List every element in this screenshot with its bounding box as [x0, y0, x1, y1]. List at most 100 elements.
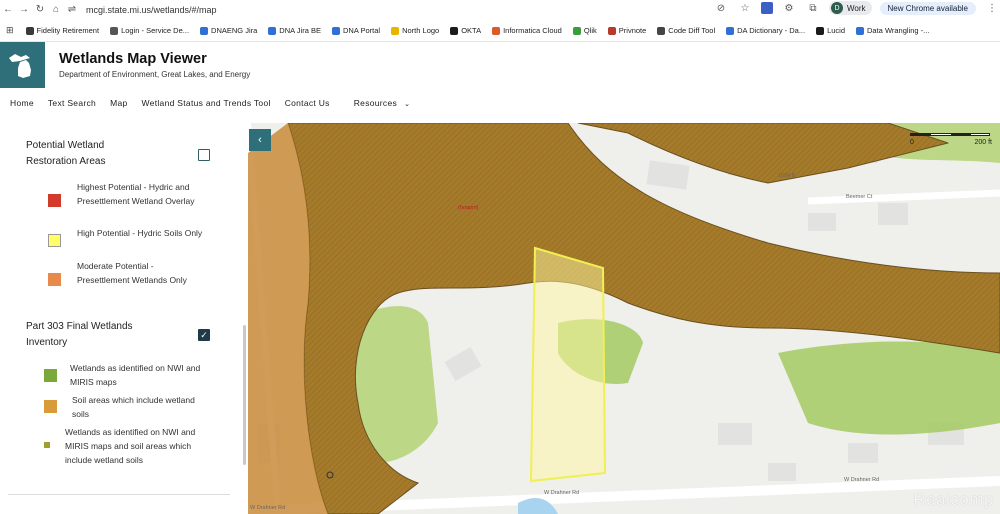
legend-swatch — [48, 234, 61, 247]
bookmark-item[interactable]: DA Dictionary - Da... — [726, 26, 805, 35]
bookmark-favicon-icon — [331, 26, 340, 35]
legend-label: Highest Potential - Hydric and Presettle… — [77, 182, 195, 206]
bookmark-favicon-icon — [816, 26, 825, 35]
bookmark-item[interactable]: Data Wrangling -... — [856, 26, 929, 35]
michigan-map-icon — [9, 54, 31, 78]
panel-scrollbar[interactable] — [243, 325, 246, 465]
bookmark-item[interactable]: OKTA — [450, 26, 481, 35]
browser-address-bar: ← → ↻ ⌂ ⇌ mcgi.state.mi.us/wetlands/#/ma… — [0, 0, 1000, 19]
subject-parcel — [529, 246, 607, 483]
bookmark-label: OKTA — [461, 26, 482, 35]
bookmark-favicon-icon — [25, 26, 34, 35]
bookmark-favicon-icon — [110, 26, 119, 35]
site-title: Wetlands Map Viewer — [59, 51, 207, 67]
bookmark-item[interactable]: Code Diff Tool — [657, 26, 715, 35]
bookmark-item[interactable]: Privnote — [607, 26, 647, 35]
legend-swatch — [44, 369, 57, 382]
wetland-nwi-area — [778, 341, 1000, 435]
bookmark-item[interactable]: Login - Service De... — [110, 26, 189, 35]
bookmark-star-icon[interactable]: ☆ — [737, 3, 753, 14]
settings-gear-icon[interactable]: ⚙ — [781, 3, 797, 14]
nav-resources[interactable]: Resources ⌄ — [344, 98, 415, 108]
bookmark-favicon-icon — [391, 26, 400, 35]
bookmark-label: Informatica Cloud — [503, 26, 562, 35]
apps-grid-icon[interactable]: ⊞ — [6, 25, 14, 36]
legend-swatch — [48, 273, 61, 286]
street-label-beemer: Beemer Ct — [846, 194, 873, 200]
legend-label: Moderate Potential - Presettlement Wetla… — [77, 261, 187, 285]
bookmark-label: Qlik — [583, 26, 597, 35]
scale-bar-graphic — [910, 133, 990, 136]
bookmark-item[interactable]: Qlik — [572, 26, 597, 35]
reload-icon[interactable]: ↻ — [32, 4, 48, 15]
legend-swatch — [48, 194, 61, 207]
panel-divider — [8, 494, 230, 495]
bookmark-item[interactable]: DNAENG Jira — [200, 26, 257, 35]
scale-start-label: 0 — [910, 139, 914, 146]
collapse-panel-button[interactable]: ‹ — [249, 129, 271, 151]
bookmark-label: North Logo — [402, 26, 440, 35]
bookmark-label: Lucid — [827, 26, 846, 35]
menu-kebab-icon[interactable]: ⋮ — [984, 3, 1000, 14]
bookmark-label: DNAENG Jira — [211, 26, 258, 35]
extensions-puzzle-icon[interactable]: ⧉ — [805, 3, 821, 14]
bookmark-label: Privnote — [618, 26, 647, 35]
nav-resources-label: Resources — [353, 98, 398, 108]
map-graphics — [248, 123, 1000, 514]
toolbar-right: ⊘ ☆ ⚙ ⧉ D Work New Chrome available ⋮ — [713, 1, 1000, 15]
nav-map[interactable]: Map — [110, 98, 127, 108]
bookmark-item[interactable]: Fidelity Retirement — [25, 26, 100, 35]
scale-bar: 0 200 ft — [910, 131, 992, 151]
bookmark-favicon-icon — [607, 26, 616, 35]
bookmark-item[interactable]: North Logo — [391, 26, 439, 35]
nav-wetland-status-trends[interactable]: Wetland Status and Trends Tool — [142, 98, 271, 108]
bookmark-label: DA Dictionary - Da... — [737, 26, 806, 35]
layer-panel: Potential Wetland Restoration Areas High… — [0, 123, 240, 514]
home-icon[interactable]: ⌂ — [48, 4, 64, 15]
avatar: D — [830, 2, 843, 14]
legend-swatch — [44, 400, 57, 413]
bookmark-label: DNA Jira BE — [279, 26, 321, 35]
profile-label: Work — [846, 3, 866, 13]
section-title-restoration: Potential Wetland Restoration Areas — [26, 140, 106, 167]
url-field[interactable]: mcgi.state.mi.us/wetlands/#/map — [86, 5, 217, 15]
bookmark-favicon-icon — [572, 26, 581, 35]
forward-icon[interactable]: → — [16, 4, 32, 15]
bookmark-favicon-icon — [200, 26, 209, 35]
bookmark-item[interactable]: Lucid — [816, 26, 845, 35]
main-nav: Home Text Search Map Wetland Status and … — [0, 92, 1000, 114]
legend-label: Wetlands as identified on NWI and MIRIS … — [65, 427, 196, 465]
nav-home[interactable]: Home — [10, 98, 34, 108]
legend-label: High Potential - Hydric Soils Only — [77, 228, 203, 238]
section-title-wetlands-inventory: Part 303 Final Wetlands Inventory — [26, 321, 133, 348]
address-label: 1034 ft — [778, 173, 795, 179]
update-chrome-button[interactable]: New Chrome available — [879, 1, 976, 15]
tracking-icon[interactable]: ⊘ — [713, 3, 729, 14]
watermark: Realcomp — [913, 490, 994, 509]
profile-chip[interactable]: D Work — [828, 1, 872, 15]
bookmark-favicon-icon — [268, 26, 277, 35]
nav-contact-us[interactable]: Contact Us — [285, 98, 330, 108]
map-canvas[interactable]: Beemer Ct W Drahner Rd W Drahner Rd W Dr… — [248, 123, 1000, 514]
bookmark-item[interactable]: DNA Jira BE — [268, 26, 321, 35]
extension-icon[interactable] — [760, 2, 773, 14]
nav-text-search[interactable]: Text Search — [48, 98, 96, 108]
chevron-down-icon: ⌄ — [404, 101, 411, 108]
site-subtitle: Department of Environment, Great Lakes, … — [59, 70, 251, 79]
bookmarks-bar: ⊞ Fidelity Retirement Login - Service De.… — [0, 20, 1000, 42]
back-icon[interactable]: ← — [0, 4, 16, 15]
street-label-drahner: W Drahner Rd — [544, 490, 580, 496]
restoration-layer-checkbox[interactable] — [198, 149, 210, 161]
site-info-icon[interactable]: ⇌ — [64, 4, 80, 15]
bookmark-item[interactable]: DNA Portal — [331, 26, 381, 35]
bookmark-item[interactable]: Informatica Cloud — [492, 26, 562, 35]
bookmark-label: Data Wrangling -... — [867, 26, 930, 35]
bookmark-favicon-icon — [450, 26, 459, 35]
street-label-drahner: W Drahner Rd — [250, 505, 286, 511]
scale-end-label: 200 ft — [974, 139, 992, 146]
wetlands-inventory-checkbox[interactable]: ✓ — [198, 329, 210, 341]
bookmark-label: Fidelity Retirement — [36, 26, 100, 35]
bookmark-label: DNA Portal — [342, 26, 381, 35]
bookmark-favicon-icon — [657, 26, 666, 35]
michigan-logo[interactable] — [0, 42, 45, 88]
